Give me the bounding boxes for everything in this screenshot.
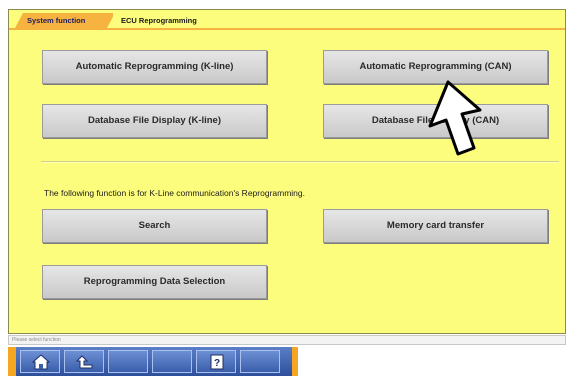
- toolbar-empty-button-2[interactable]: [152, 350, 192, 373]
- back-arrow-icon: [76, 355, 93, 369]
- reprogramming-data-selection-button[interactable]: Reprogramming Data Selection: [42, 265, 267, 299]
- home-button[interactable]: [20, 350, 60, 373]
- automatic-reprogramming-can-button[interactable]: Automatic Reprogramming (CAN): [323, 50, 548, 84]
- main-panel: System function ECU Reprogramming Automa…: [8, 9, 566, 334]
- home-icon: [32, 354, 50, 370]
- status-bar: Please select function: [8, 335, 566, 345]
- section-divider: [41, 161, 559, 163]
- database-file-display-kline-button[interactable]: Database File Display (K-line): [42, 104, 267, 138]
- back-button[interactable]: [64, 350, 104, 373]
- memory-card-transfer-button[interactable]: Memory card transfer: [323, 209, 548, 243]
- tab-ecu-reprogramming[interactable]: ECU Reprogramming: [113, 13, 233, 28]
- automatic-reprogramming-kline-button[interactable]: Automatic Reprogramming (K-line): [42, 50, 267, 84]
- search-button[interactable]: Search: [42, 209, 267, 243]
- toolbar-empty-button-3[interactable]: [240, 350, 280, 373]
- breadcrumb: System function ECU Reprogramming: [9, 10, 565, 30]
- help-button[interactable]: ?: [196, 350, 236, 373]
- toolbar-left-cap: [8, 347, 16, 376]
- ecu-reprogramming-window: System function ECU Reprogramming Automa…: [6, 6, 568, 377]
- svg-text:?: ?: [214, 358, 220, 369]
- help-icon: ?: [210, 354, 224, 370]
- toolbar-empty-button-1[interactable]: [108, 350, 148, 373]
- toolbar-right-cap: [292, 347, 298, 376]
- toolbar-strip: ?: [16, 347, 294, 376]
- pointer-arrow-icon: [428, 80, 482, 156]
- tab-underline: [9, 28, 565, 30]
- bottom-toolbar: ?: [8, 347, 566, 377]
- kline-info-text: The following function is for K-Line com…: [44, 188, 305, 198]
- tab-system-function[interactable]: System function: [15, 13, 115, 28]
